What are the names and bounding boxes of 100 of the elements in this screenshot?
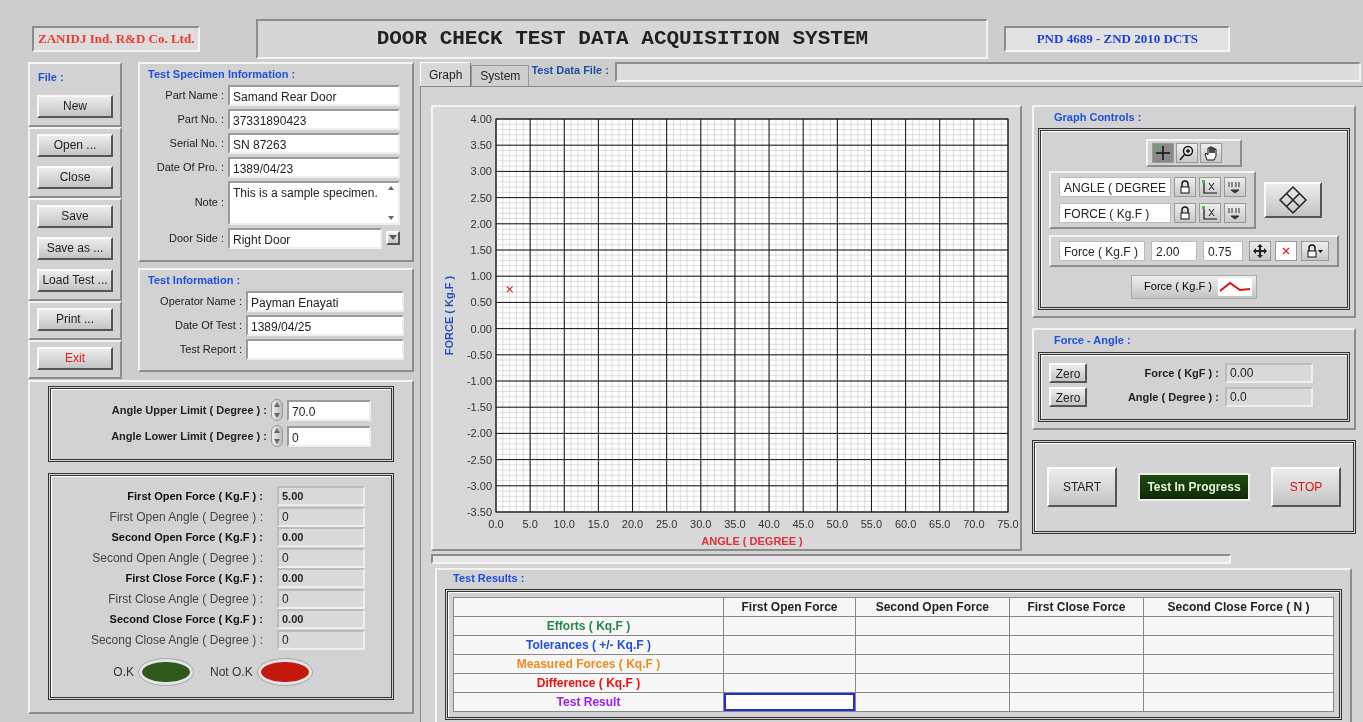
tick-label: -2.50 — [466, 453, 492, 466]
text-field[interactable]: Payman Enayati — [246, 290, 404, 312]
file-button[interactable]: Close — [37, 165, 113, 189]
stop-button[interactable]: STOP — [1271, 467, 1341, 507]
legend-label: Force ( Kg.F ) — [1144, 279, 1212, 295]
cursor-lock-button[interactable] — [1301, 240, 1329, 261]
start-button[interactable]: START — [1047, 467, 1117, 507]
tool-button[interactable] — [1176, 142, 1198, 163]
lock-button[interactable] — [1174, 202, 1196, 223]
table-cell[interactable] — [1143, 635, 1334, 654]
measurement-label: Second Close Force ( Kg.F ) : — [109, 612, 263, 627]
file-button[interactable]: Load Test ... — [37, 268, 113, 292]
table-cell[interactable] — [1143, 673, 1334, 692]
file-button[interactable]: Save as ... — [37, 236, 113, 260]
tab[interactable]: System — [471, 65, 530, 86]
tool-button[interactable] — [1200, 142, 1222, 163]
dropdown-button[interactable] — [386, 231, 400, 245]
indicator-label: Not O.K — [210, 664, 253, 681]
plot-legend[interactable]: Force ( Kg.F ) — [1131, 274, 1257, 299]
text-field[interactable]: 1389/04/23 — [228, 156, 400, 178]
autoscale-button[interactable] — [1199, 176, 1221, 197]
table-cell[interactable] — [1143, 692, 1334, 711]
row-header: Difference ( Kq.F ) — [453, 673, 724, 692]
spin-arrows-icon — [272, 426, 282, 446]
format-button[interactable] — [1224, 176, 1246, 197]
tick-label: 65.0 — [929, 518, 951, 530]
tick-label: 0.00 — [470, 322, 492, 335]
number-field[interactable]: 0 — [287, 425, 371, 447]
table-cell[interactable] — [1009, 692, 1144, 711]
row-header: Measured Forces ( Kq.F ) — [453, 654, 724, 673]
tick-label: 4.00 — [470, 113, 492, 125]
axis-title: FORCE ( Kg.F ) — [443, 275, 455, 356]
file-button[interactable]: Save — [37, 204, 113, 228]
measurement-label: First Open Angle ( Degree ) : — [109, 508, 263, 526]
table-cell[interactable] — [855, 616, 1010, 635]
number-field[interactable]: 70.0 — [287, 399, 371, 421]
text-field[interactable]: Samand Rear Door — [228, 84, 400, 106]
cursor-x-field[interactable]: 2.00 — [1151, 240, 1197, 261]
company-name: ZANIDJ Ind. R&D Co. Ltd. — [32, 26, 201, 52]
zero-button[interactable]: Zero — [1049, 363, 1087, 383]
table-cell[interactable] — [855, 692, 1010, 711]
scale-name-field[interactable]: ANGLE ( DEGREE — [1059, 176, 1171, 197]
lock-button[interactable] — [1174, 176, 1196, 197]
zoom-fit-button[interactable] — [1264, 181, 1322, 218]
text-field[interactable] — [246, 338, 404, 360]
tick-label: 60.0 — [894, 518, 917, 530]
table-cell[interactable] — [1009, 654, 1144, 673]
table-cell[interactable] — [1009, 616, 1144, 635]
text-field[interactable]: 1389/04/25 — [246, 314, 404, 336]
table-cell[interactable] — [723, 635, 856, 654]
table-cell[interactable] — [1143, 654, 1334, 673]
cursor-name-field[interactable]: Force ( Kg.F ) — [1059, 240, 1145, 261]
table-cell[interactable] — [855, 635, 1010, 654]
table-cell[interactable] — [1143, 616, 1334, 635]
tick-label: 0.0 — [488, 518, 504, 530]
field-label: Angle Lower Limit ( Degree ) : — [111, 428, 267, 444]
table-cell[interactable] — [855, 654, 1010, 673]
tick-label: 3.00 — [470, 165, 492, 178]
cursor-style-button[interactable] — [1275, 240, 1297, 261]
cursor-y-field[interactable]: 0.75 — [1203, 240, 1243, 261]
value-display: 0.00 — [277, 609, 365, 630]
tick-label: 25.0 — [655, 518, 678, 530]
measurement-label: First Close Angle ( Degree ) : — [108, 590, 263, 608]
field-label: Test Report : — [178, 341, 242, 357]
table-cell[interactable] — [723, 673, 856, 692]
table-cell[interactable] — [1009, 635, 1144, 654]
spinner-button[interactable] — [271, 425, 283, 447]
tick-label: 30.0 — [690, 518, 712, 530]
lock-icon — [1307, 243, 1323, 258]
table-cell[interactable] — [1009, 673, 1144, 692]
spinner-button[interactable] — [271, 399, 283, 421]
table-cell[interactable] — [723, 654, 856, 673]
move-arrows-icon — [1253, 243, 1267, 258]
format-button[interactable] — [1224, 202, 1246, 223]
table-cell[interactable] — [855, 673, 1010, 692]
dropdown-field[interactable]: Right Door — [228, 227, 382, 249]
move-cursor-button[interactable] — [1249, 240, 1271, 261]
text-field[interactable]: SN 87263 — [228, 132, 400, 154]
file-button[interactable]: New — [37, 94, 113, 118]
value-display: 0.00 — [277, 527, 365, 548]
tab[interactable]: Graph — [420, 62, 472, 86]
tick-label: 2.00 — [470, 217, 492, 230]
cursor-marker[interactable] — [506, 285, 514, 293]
file-path-field[interactable] — [614, 62, 1361, 82]
horizontal-scrollbar[interactable] — [431, 554, 1231, 564]
field-label: Test Data File : — [531, 63, 609, 78]
tool-button[interactable] — [1152, 142, 1174, 163]
table-cell[interactable] — [723, 616, 856, 635]
file-button[interactable]: Print ... — [37, 307, 113, 331]
tick-label: -0.50 — [466, 348, 492, 361]
tick-label: 55.0 — [860, 518, 883, 530]
file-button[interactable]: Open ... — [37, 133, 113, 157]
zero-button[interactable]: Zero — [1049, 387, 1087, 407]
tick-label: 0.50 — [470, 296, 492, 309]
text-field[interactable]: 37331890423 — [228, 108, 400, 130]
note-field[interactable]: This is a sample specimen. — [228, 180, 400, 225]
system-code: PND 4689 - ZND 2010 DCTS — [1004, 26, 1231, 52]
section-title: Test Results : — [453, 571, 526, 586]
scale-name-field[interactable]: FORCE ( Kg.F ) — [1059, 202, 1171, 223]
autoscale-button[interactable] — [1199, 202, 1221, 223]
